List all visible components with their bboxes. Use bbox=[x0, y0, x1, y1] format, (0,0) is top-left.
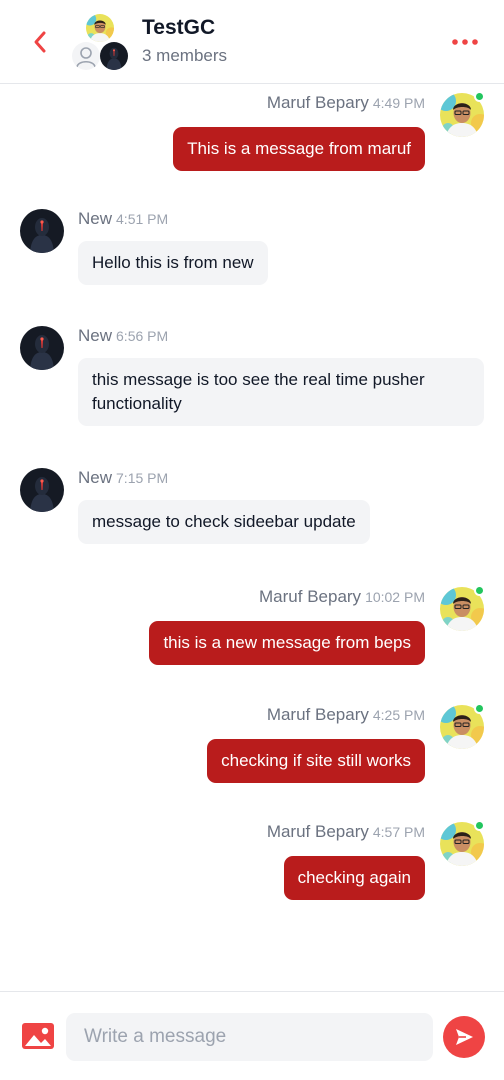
message-bubble: This is a message from maruf bbox=[173, 127, 425, 171]
group-avatar[interactable] bbox=[70, 12, 130, 72]
message-bubble: checking again bbox=[283, 856, 425, 900]
message-bubble: Hello this is from new bbox=[78, 241, 268, 285]
message-item: Maruf Bepary 10:02 PM this is a new messa… bbox=[0, 579, 504, 669]
attach-image-button[interactable] bbox=[21, 1021, 55, 1051]
message-time: 7:15 PM bbox=[116, 470, 169, 486]
send-icon bbox=[456, 1029, 473, 1045]
message-meta: Maruf Bepary 4:57 PM bbox=[267, 822, 425, 842]
sender-name: New bbox=[78, 326, 113, 345]
message-time: 4:51 PM bbox=[116, 211, 169, 227]
member-avatar bbox=[72, 42, 100, 70]
message-meta: Maruf Bepary 4:49 PM bbox=[267, 93, 425, 113]
message-time: 4:25 PM bbox=[372, 707, 425, 723]
message-item: New 4:51 PM Hello this is from new bbox=[0, 209, 504, 289]
message-meta: New 4:51 PM bbox=[78, 209, 168, 229]
message-meta: New 7:15 PM bbox=[78, 468, 168, 488]
sender-name: New bbox=[78, 209, 113, 228]
chevron-left-icon bbox=[34, 31, 46, 53]
sender-name: Maruf Bepary bbox=[259, 587, 362, 606]
message-meta: Maruf Bepary 4:25 PM bbox=[267, 705, 425, 725]
message-list[interactable]: Maruf Bepary 4:49 PM This is a message fr… bbox=[0, 85, 504, 990]
message-time: 4:49 PM bbox=[372, 95, 425, 111]
image-icon bbox=[22, 1023, 54, 1049]
message-time: 6:56 PM bbox=[116, 328, 169, 344]
send-button[interactable] bbox=[443, 1016, 485, 1058]
message-meta: Maruf Bepary 10:02 PM bbox=[259, 587, 425, 607]
message-bubble: message to check sideebar update bbox=[78, 500, 370, 544]
back-button[interactable] bbox=[22, 22, 58, 62]
message-bubble: checking if site still works bbox=[207, 739, 425, 783]
member-avatar bbox=[100, 42, 128, 70]
message-time: 10:02 PM bbox=[365, 589, 425, 605]
message-item: New 7:15 PM message to check sideebar upd… bbox=[0, 468, 504, 548]
message-bubble: this message is too see the real time pu… bbox=[78, 358, 484, 426]
message-input[interactable] bbox=[66, 1013, 433, 1061]
member-avatar bbox=[86, 14, 114, 42]
online-status-indicator bbox=[474, 91, 485, 102]
message-item: Maruf Bepary 4:49 PM This is a message fr… bbox=[0, 85, 504, 175]
online-status-indicator bbox=[474, 703, 485, 714]
message-item: Maruf Bepary 4:57 PM checking again bbox=[0, 814, 504, 904]
chat-title: TestGC bbox=[142, 16, 216, 39]
message-time: 4:57 PM bbox=[372, 824, 425, 840]
avatar[interactable] bbox=[20, 209, 64, 253]
avatar[interactable] bbox=[20, 468, 64, 512]
more-options-button[interactable] bbox=[448, 28, 482, 56]
sender-name: Maruf Bepary bbox=[266, 822, 369, 841]
message-item: Maruf Bepary 4:25 PM checking if site sti… bbox=[0, 697, 504, 787]
sender-name: Maruf Bepary bbox=[266, 705, 369, 724]
chat-header: TestGC 3 members bbox=[0, 0, 504, 84]
more-dots-icon bbox=[452, 39, 478, 45]
sender-name: New bbox=[78, 468, 113, 487]
message-meta: New 6:56 PM bbox=[78, 326, 168, 346]
avatar[interactable] bbox=[20, 326, 64, 370]
message-item: New 6:56 PM this message is too see the r… bbox=[0, 326, 504, 436]
online-status-indicator bbox=[474, 820, 485, 831]
online-status-indicator bbox=[474, 585, 485, 596]
member-count: 3 members bbox=[142, 46, 228, 65]
message-bubble: this is a new message from beps bbox=[149, 621, 425, 665]
sender-name: Maruf Bepary bbox=[266, 93, 369, 112]
message-composer bbox=[0, 991, 504, 1080]
